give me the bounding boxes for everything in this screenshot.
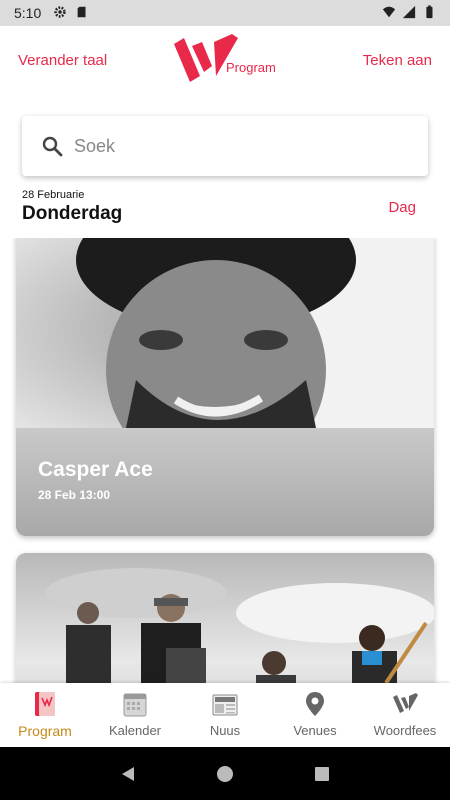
home-icon bbox=[216, 765, 233, 782]
event-title: Casper Ace bbox=[38, 458, 153, 481]
day-view-toggle[interactable]: Dag bbox=[388, 199, 416, 216]
app-header: Verander taal Program Teken aan bbox=[0, 26, 450, 100]
calendar-icon bbox=[123, 693, 147, 717]
tab-woordfees[interactable]: Woordfees bbox=[360, 683, 450, 747]
event-card[interactable]: Casper Ace 28 Feb 13:00 bbox=[16, 238, 434, 536]
tab-label: Kalender bbox=[108, 723, 162, 738]
system-navigation-bar bbox=[0, 747, 450, 800]
event-photo bbox=[16, 238, 434, 428]
search-input[interactable] bbox=[74, 135, 394, 157]
selected-date: 28 Februarie bbox=[22, 189, 85, 201]
event-datetime: 28 Feb 13:00 bbox=[38, 488, 111, 502]
logo-program-text: Program bbox=[226, 60, 276, 75]
status-time: 5:10 bbox=[14, 5, 42, 21]
gear-icon bbox=[53, 5, 67, 22]
event-photo bbox=[16, 553, 434, 683]
tab-label: Venues bbox=[293, 723, 337, 738]
recents-icon bbox=[314, 766, 329, 781]
status-bar: 5:10 bbox=[0, 0, 450, 26]
tab-nuus[interactable]: Nuus bbox=[180, 683, 270, 747]
event-card[interactable] bbox=[16, 553, 434, 683]
tab-kalender[interactable]: Kalender bbox=[90, 683, 180, 747]
search-box[interactable] bbox=[22, 116, 428, 176]
tab-venues[interactable]: Venues bbox=[270, 683, 360, 747]
tab-program[interactable]: Program bbox=[0, 683, 90, 747]
tab-label: Program bbox=[18, 723, 72, 739]
tab-label: Woordfees bbox=[373, 723, 437, 738]
sign-in-link[interactable]: Teken aan bbox=[363, 52, 432, 69]
news-icon bbox=[212, 694, 238, 716]
event-feed[interactable]: Casper Ace 28 Feb 13:00 bbox=[0, 238, 450, 683]
battery-icon bbox=[422, 4, 436, 22]
change-language-link[interactable]: Verander taal bbox=[18, 52, 107, 69]
home-button[interactable] bbox=[205, 754, 245, 794]
recents-button[interactable] bbox=[302, 754, 342, 794]
woordfees-logo-icon bbox=[393, 693, 418, 713]
tab-label: Nuus bbox=[209, 723, 241, 738]
bottom-tab-bar: Program Kalender Nuus Venues Woordfees bbox=[0, 683, 450, 747]
location-pin-icon bbox=[306, 692, 324, 716]
wifi-icon bbox=[382, 5, 396, 22]
app-screen: 5:10 Verander taal Program Teken aan Soe… bbox=[0, 0, 450, 800]
back-icon bbox=[122, 766, 135, 781]
selected-weekday: Donderdag bbox=[22, 203, 123, 224]
program-icon bbox=[35, 692, 55, 716]
signal-icon bbox=[402, 5, 416, 22]
back-button[interactable] bbox=[108, 754, 148, 794]
event-card-footer: Casper Ace 28 Feb 13:00 bbox=[16, 428, 434, 536]
woordfees-program-logo: Program bbox=[172, 32, 282, 88]
search-icon bbox=[42, 136, 63, 157]
sd-card-icon bbox=[75, 5, 89, 22]
